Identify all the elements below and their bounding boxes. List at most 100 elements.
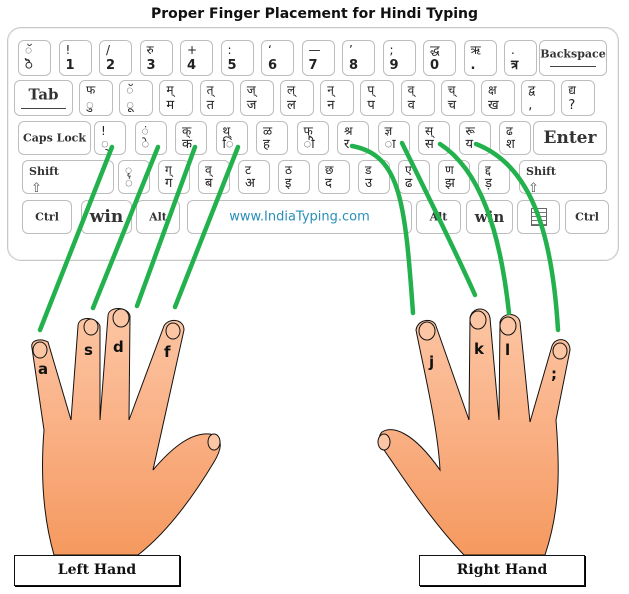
- key-row3-6[interactable]: श्र र: [337, 121, 369, 155]
- key-row3-5[interactable]: फ्ी: [296, 121, 329, 155]
- key-shift-char: :: [227, 43, 232, 57]
- key-shift-right[interactable]: Shift ⇧: [519, 160, 607, 195]
- finger-label-j: j: [429, 353, 435, 371]
- key-base-char: व: [407, 98, 415, 113]
- key-row1-10[interactable]: द्ध 0: [423, 40, 456, 76]
- key-row4-6[interactable]: डउ: [358, 160, 390, 194]
- finger-label-a: a: [38, 360, 49, 378]
- key-row3-8[interactable]: स् स: [418, 121, 450, 155]
- key-shift-char: ृ: [125, 163, 133, 177]
- key-row1-7[interactable]: —7: [301, 40, 335, 76]
- key-row4-2[interactable]: व् ब: [198, 160, 230, 194]
- key-label: Enter: [543, 128, 597, 148]
- key-shift-char: !: [101, 124, 106, 138]
- key-shift-char: रू: [465, 124, 475, 138]
- key-base-char: 2: [106, 58, 116, 73]
- key-row2-10[interactable]: क्ष ख: [481, 80, 515, 116]
- key-shift-char: च्: [447, 83, 456, 97]
- key-base-char: ॆ: [25, 58, 33, 73]
- key-row1-4[interactable]: +4: [180, 40, 213, 76]
- key-shift-char: !: [65, 43, 71, 57]
- key-row1-9[interactable]: ; 9: [382, 40, 416, 76]
- key-row2-0[interactable]: फु: [79, 80, 113, 116]
- finger-label-semicolon: ;: [551, 365, 557, 383]
- key-row2-5[interactable]: ल् ल: [280, 80, 314, 116]
- key-row3-7[interactable]: ज्ञा: [377, 121, 410, 155]
- key-label: Alt: [429, 210, 448, 224]
- key-label: Ctrl: [575, 210, 599, 224]
- key-base-char: श: [506, 137, 515, 152]
- key-win-right[interactable]: win: [466, 200, 513, 234]
- key-row1-2[interactable]: /2: [99, 40, 132, 76]
- key-win-left[interactable]: win: [81, 200, 132, 234]
- key-row4-4[interactable]: ठइ: [278, 160, 310, 194]
- key-row2-7[interactable]: प् प: [360, 80, 395, 116]
- key-row2-6[interactable]: न् न: [320, 80, 355, 116]
- key-row3-2[interactable]: क् क: [175, 121, 207, 155]
- key-shift-char: +: [187, 43, 198, 57]
- key-row1-5[interactable]: :5: [220, 40, 254, 76]
- key-shift-char: ं: [141, 124, 149, 138]
- key-shift-char: ॅ: [25, 43, 33, 57]
- key-row4-7[interactable]: एढ: [398, 160, 430, 194]
- key-base-char: 7: [308, 58, 318, 73]
- key-base-char: य: [465, 137, 474, 152]
- key-shift-char: ट: [245, 163, 252, 177]
- key-row3-4[interactable]: ळह: [256, 121, 288, 155]
- key-row1-8[interactable]: ’ 8: [342, 40, 375, 76]
- key-base-char: 5: [227, 58, 237, 73]
- key-row2-9[interactable]: च् च: [440, 80, 475, 116]
- key-row2-12[interactable]: द्य?: [561, 80, 596, 116]
- key-shift-char: —: [308, 43, 321, 57]
- key-shift-char: त्: [206, 83, 214, 97]
- key-row1-11[interactable]: ऋ.: [463, 40, 497, 76]
- key-row1-3[interactable]: रु 3: [139, 40, 173, 76]
- key-ctrl-left[interactable]: Ctrl: [22, 200, 72, 234]
- key-shift-left[interactable]: Shift ⇧: [22, 160, 114, 195]
- key-row2-1[interactable]: ॅू: [119, 80, 154, 116]
- key-base-char: ं: [125, 176, 133, 191]
- key-row4-8[interactable]: णझ: [438, 160, 470, 194]
- finger-label-d: d: [113, 338, 124, 356]
- key-shift-char: ;: [389, 43, 394, 57]
- key-alt-right[interactable]: Alt: [416, 200, 461, 234]
- key-enter[interactable]: Enter: [533, 121, 607, 155]
- key-row1-12[interactable]: . त्र: [504, 40, 537, 76]
- key-caps-lock[interactable]: Caps Lock: [18, 121, 91, 155]
- key-row2-8[interactable]: व् व: [400, 80, 435, 116]
- key-alt-left[interactable]: Alt: [136, 200, 180, 234]
- key-shift-char: प्: [367, 83, 375, 97]
- key-row2-11[interactable]: द्व,: [521, 80, 556, 116]
- key-space[interactable]: www.IndiaTyping.com: [187, 200, 412, 234]
- key-row3-10[interactable]: ढश: [499, 121, 531, 155]
- key-shift-char: ‘: [268, 43, 272, 57]
- key-row4-5[interactable]: छद: [318, 160, 350, 194]
- key-row3-1[interactable]: ंे: [134, 121, 167, 155]
- key-shift-char: रु: [146, 43, 154, 57]
- key-row3-9[interactable]: रू य: [458, 121, 491, 155]
- key-base-char: अ: [245, 176, 255, 191]
- key-shift-char: ठ: [285, 163, 292, 177]
- key-row1-0[interactable]: ॅॆ: [18, 40, 51, 76]
- key-row2-3[interactable]: त् त: [199, 80, 234, 116]
- key-shift-char: ळ: [263, 124, 273, 138]
- key-row1-1[interactable]: ! 1: [58, 40, 92, 76]
- key-base-char: 3: [146, 58, 156, 73]
- key-row3-3[interactable]: थ्ि: [215, 121, 248, 155]
- key-row4-3[interactable]: टअ: [238, 160, 270, 194]
- key-base-char: ब: [205, 176, 213, 191]
- key-row4-9[interactable]: द्द ड़: [478, 160, 510, 194]
- key-row2-4[interactable]: ज् ज: [239, 80, 274, 116]
- key-row3-0[interactable]: !्: [94, 121, 126, 155]
- key-menu[interactable]: [517, 200, 560, 234]
- key-ctrl-right[interactable]: Ctrl: [565, 200, 609, 234]
- key-base-char: ी: [303, 137, 315, 152]
- key-row4-0[interactable]: ृं: [118, 160, 150, 194]
- key-backspace[interactable]: Backspace: [539, 40, 607, 76]
- key-tab[interactable]: Tab: [14, 80, 73, 116]
- key-base-char: प: [367, 98, 375, 113]
- key-row1-6[interactable]: ‘6: [261, 40, 294, 76]
- key-row4-1[interactable]: ग् ग: [158, 160, 190, 194]
- key-row2-2[interactable]: म् म: [159, 80, 194, 116]
- key-shift-char: थ्: [222, 124, 231, 138]
